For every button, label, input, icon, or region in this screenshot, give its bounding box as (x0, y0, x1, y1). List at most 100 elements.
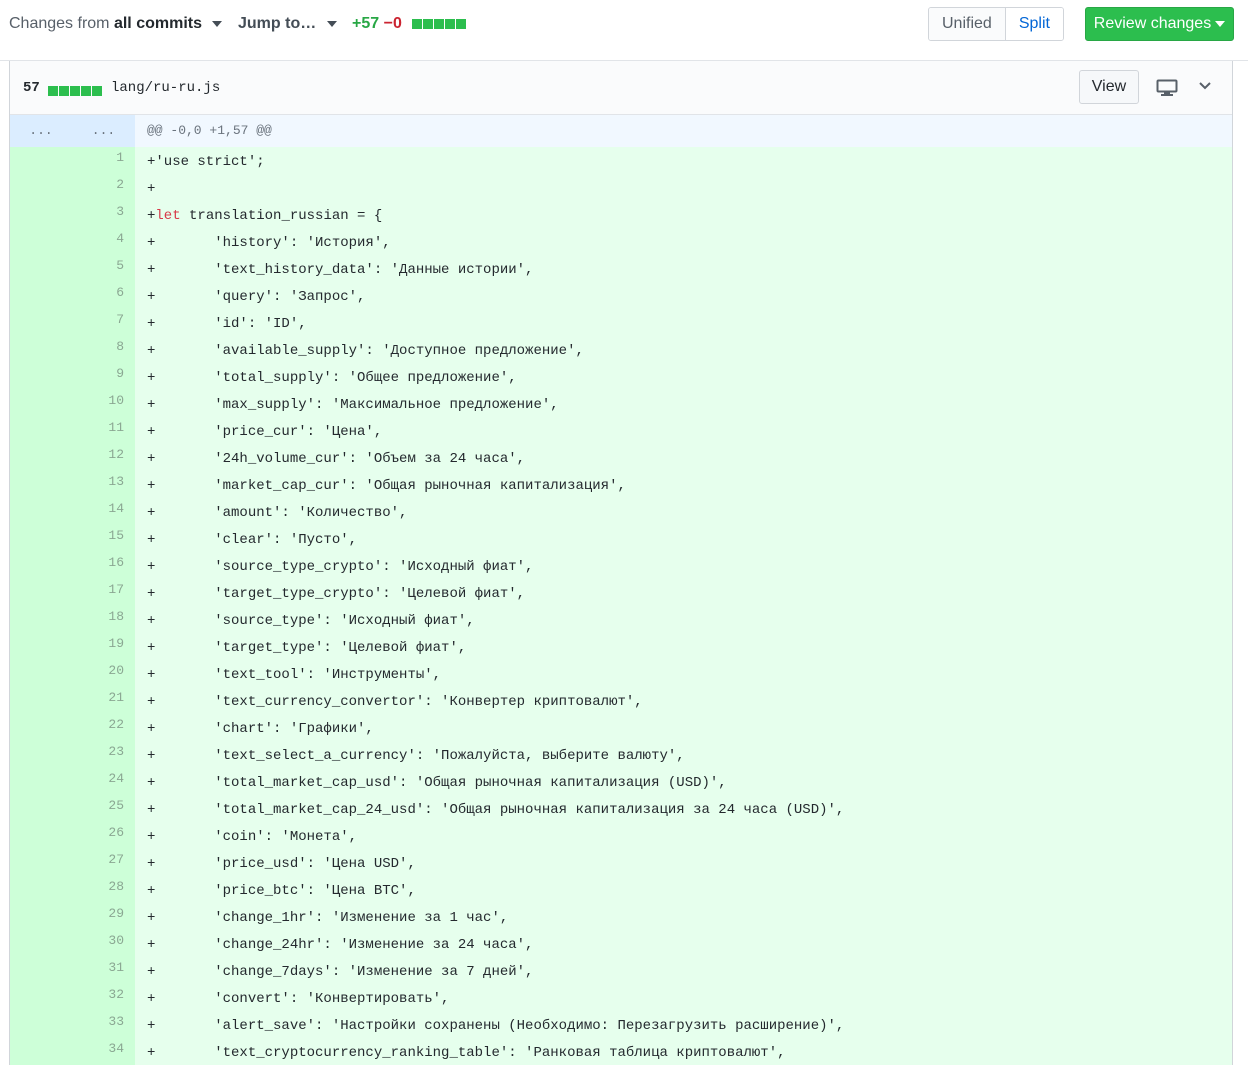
new-line-number[interactable]: 21 (72, 687, 135, 714)
new-line-number[interactable]: 34 (72, 1038, 135, 1065)
old-line-number[interactable] (10, 930, 72, 957)
split-button[interactable]: Split (1004, 8, 1063, 40)
old-line-number[interactable] (10, 417, 72, 444)
hunk-expand-new[interactable]: ... (72, 115, 135, 147)
view-file-button[interactable]: View (1079, 70, 1139, 104)
new-line-number[interactable]: 4 (72, 228, 135, 255)
chevron-down-icon[interactable] (1198, 79, 1212, 93)
new-line-number[interactable]: 11 (72, 417, 135, 444)
new-line-number[interactable]: 15 (72, 525, 135, 552)
new-line-number[interactable]: 29 (72, 903, 135, 930)
new-line-number[interactable]: 19 (72, 633, 135, 660)
old-line-number[interactable] (10, 282, 72, 309)
old-line-number[interactable] (10, 147, 72, 174)
new-line-number[interactable]: 5 (72, 255, 135, 282)
diff-line: 20 + 'text_tool': 'Инструменты', (10, 660, 1232, 687)
new-line-number[interactable]: 12 (72, 444, 135, 471)
new-line-number[interactable]: 30 (72, 930, 135, 957)
old-line-number[interactable] (10, 309, 72, 336)
code-line: +let translation_russian = { (147, 208, 383, 224)
old-line-number[interactable] (10, 768, 72, 795)
diff-view-toggle: Unified Split (928, 7, 1064, 41)
diff-line: 3 +let translation_russian = { (10, 201, 1232, 228)
old-line-number[interactable] (10, 444, 72, 471)
file-path[interactable]: lang/ru-ru.js (111, 80, 220, 96)
review-changes-button[interactable]: Review changes (1085, 7, 1234, 41)
old-line-number[interactable] (10, 201, 72, 228)
new-line-number[interactable]: 9 (72, 363, 135, 390)
old-line-number[interactable] (10, 795, 72, 822)
unified-button[interactable]: Unified (929, 8, 1005, 40)
diff-line: 1 +'use strict'; (10, 147, 1232, 174)
old-line-number[interactable] (10, 903, 72, 930)
old-line-number[interactable] (10, 228, 72, 255)
old-line-number[interactable] (10, 957, 72, 984)
code-line: + 'alert_save': 'Настройки сохранены (Не… (147, 1018, 845, 1034)
code-line: + 'source_type_crypto': 'Исходный фиат', (147, 559, 534, 575)
hunk-expand-old[interactable]: ... (10, 115, 72, 147)
display-rich-diff-icon[interactable] (1156, 79, 1178, 97)
diff-line: 17 + 'target_type_crypto': 'Целевой фиат'… (10, 579, 1232, 606)
new-line-number[interactable]: 3 (72, 201, 135, 228)
new-line-number[interactable]: 18 (72, 606, 135, 633)
old-line-number[interactable] (10, 363, 72, 390)
additions-count: +57 (352, 15, 380, 33)
old-line-number[interactable] (10, 714, 72, 741)
diff-line: 10 + 'max_supply': 'Максимальное предложе… (10, 390, 1232, 417)
new-line-number[interactable]: 28 (72, 876, 135, 903)
old-line-number[interactable] (10, 390, 72, 417)
old-line-number[interactable] (10, 849, 72, 876)
diff-line: 14 + 'amount': 'Количество', (10, 498, 1232, 525)
old-line-number[interactable] (10, 984, 72, 1011)
new-line-number[interactable]: 23 (72, 741, 135, 768)
old-line-number[interactable] (10, 255, 72, 282)
code-line: + 'target_type_crypto': 'Целевой фиат', (147, 586, 526, 602)
new-line-number[interactable]: 26 (72, 822, 135, 849)
new-line-number[interactable]: 13 (72, 471, 135, 498)
new-line-number[interactable]: 24 (72, 768, 135, 795)
new-line-number[interactable]: 27 (72, 849, 135, 876)
new-line-number[interactable]: 2 (72, 174, 135, 201)
file-change-count: 57 (23, 80, 40, 96)
new-line-number[interactable]: 22 (72, 714, 135, 741)
changes-from-dropdown[interactable]: Changes from all commits (9, 14, 223, 34)
new-line-number[interactable]: 10 (72, 390, 135, 417)
old-line-number[interactable] (10, 1011, 72, 1038)
diff-line: 28 + 'price_btc': 'Цена BTC', (10, 876, 1232, 903)
old-line-number[interactable] (10, 1038, 72, 1065)
new-line-number[interactable]: 25 (72, 795, 135, 822)
code-line: + 'text_select_a_currency': 'Пожалуйста,… (147, 748, 685, 764)
caret-down-icon (212, 20, 223, 27)
old-line-number[interactable] (10, 174, 72, 201)
new-line-number[interactable]: 16 (72, 552, 135, 579)
code-line: + 'coin': 'Монета', (147, 829, 358, 845)
jump-to-dropdown[interactable]: Jump to… (238, 14, 337, 34)
new-line-number[interactable]: 20 (72, 660, 135, 687)
new-line-number[interactable]: 14 (72, 498, 135, 525)
new-line-number[interactable]: 31 (72, 957, 135, 984)
old-line-number[interactable] (10, 660, 72, 687)
old-line-number[interactable] (10, 687, 72, 714)
new-line-number[interactable]: 8 (72, 336, 135, 363)
old-line-number[interactable] (10, 633, 72, 660)
old-line-number[interactable] (10, 876, 72, 903)
code-line: + 'text_currency_convertor': 'Конвертер … (147, 694, 643, 710)
old-line-number[interactable] (10, 552, 72, 579)
new-line-number[interactable]: 6 (72, 282, 135, 309)
code-line: + 'market_cap_cur': 'Общая рыночная капи… (147, 478, 626, 494)
old-line-number[interactable] (10, 741, 72, 768)
code-line: + 'chart': 'Графики', (147, 721, 374, 737)
old-line-number[interactable] (10, 498, 72, 525)
new-line-number[interactable]: 32 (72, 984, 135, 1011)
new-line-number[interactable]: 1 (72, 147, 135, 174)
old-line-number[interactable] (10, 606, 72, 633)
old-line-number[interactable] (10, 336, 72, 363)
old-line-number[interactable] (10, 525, 72, 552)
new-line-number[interactable]: 7 (72, 309, 135, 336)
old-line-number[interactable] (10, 822, 72, 849)
new-line-number[interactable]: 33 (72, 1011, 135, 1038)
old-line-number[interactable] (10, 579, 72, 606)
new-line-number[interactable]: 17 (72, 579, 135, 606)
code-line: + 'convert': 'Конвертировать', (147, 991, 450, 1007)
old-line-number[interactable] (10, 471, 72, 498)
